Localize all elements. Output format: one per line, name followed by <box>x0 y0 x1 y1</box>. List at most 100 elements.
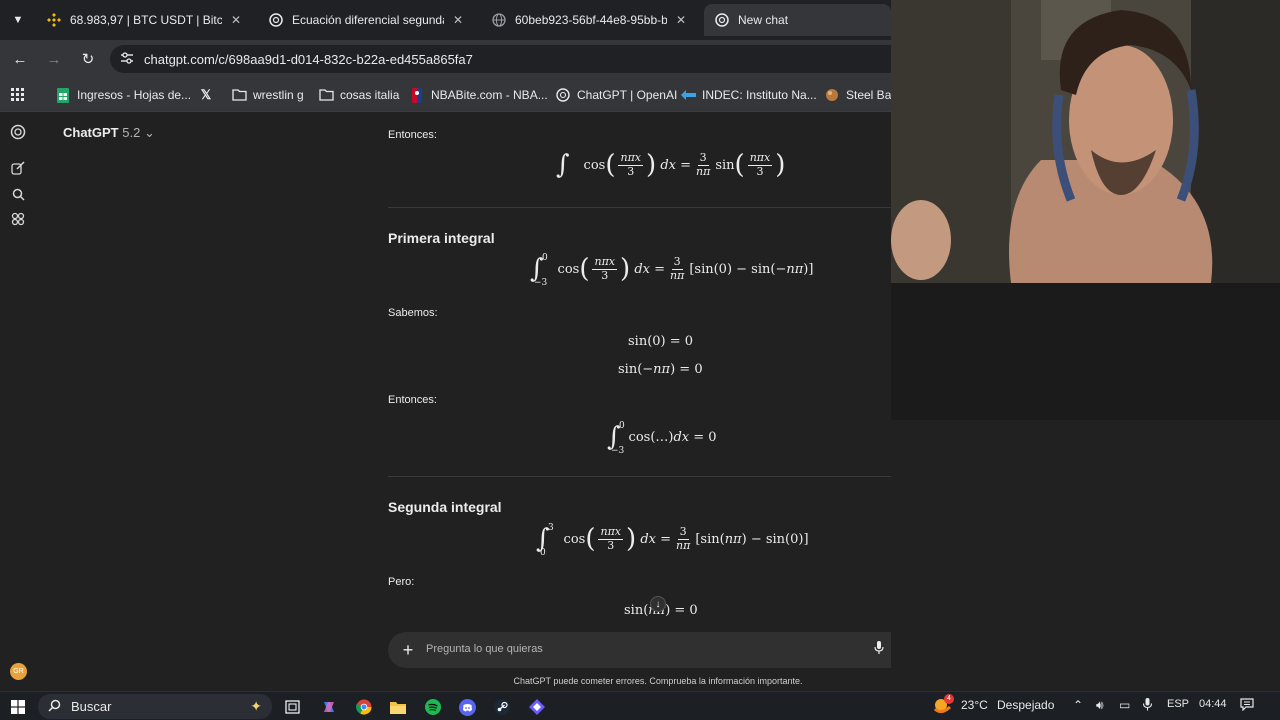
task-view-icon[interactable] <box>282 697 302 717</box>
tab-title: 68.983,97 | BTC USDT | Bitcoin t <box>70 13 222 27</box>
bookmark-ingresos[interactable]: Ingresos - Hojas de... <box>55 85 191 105</box>
address-bar-row: ← → ↻ chatgpt.com/c/698aa9d1-d014-832c-b… <box>0 40 891 78</box>
copilot-icon[interactable] <box>319 697 339 717</box>
equation-sin-zero: sin(0) = 0 <box>628 334 694 349</box>
model-version: 5.2 <box>122 125 141 140</box>
site-settings-icon[interactable] <box>120 51 134 68</box>
equation-segunda-integral: ∫ 3 0 cos ( nπx 3 ) dx = 3 nπ [sin(nπ) − sin… <box>536 523 809 559</box>
url-text: chatgpt.com/c/698aa9d1-d014-832c-b22a-ed… <box>144 51 473 67</box>
message-composer[interactable]: + Pregunta lo que quieras <box>388 632 928 668</box>
bookmark-label: cosas italia <box>340 88 400 102</box>
search-icon <box>48 699 61 715</box>
bookmark-chatgpt[interactable]: ChatGPT | OpenAI <box>555 85 677 105</box>
steam-icon[interactable] <box>492 697 512 717</box>
folder-icon <box>231 87 247 103</box>
apps-grid-icon[interactable] <box>11 85 25 105</box>
notifications-icon[interactable] <box>1240 698 1254 714</box>
section-divider <box>388 476 928 477</box>
file-explorer-icon[interactable] <box>388 697 408 717</box>
openai-logo-icon[interactable] <box>10 124 26 140</box>
model-name: ChatGPT <box>63 125 119 140</box>
reload-icon[interactable]: ↻ <box>76 48 100 70</box>
bookmark-label: wrestlin g <box>253 88 304 102</box>
microphone-icon[interactable] <box>1142 698 1153 714</box>
tab-binance[interactable]: 68.983,97 | BTC USDT | Bitcoin t ✕ <box>36 4 254 36</box>
equation-primera-integral: ∫ 0 −3 cos ( nπx 3 ) dx = 3 nπ [sin(0) − sin… <box>530 253 814 289</box>
heading-segunda-integral: Segunda integral <box>388 499 502 515</box>
gpts-icon[interactable] <box>10 211 26 227</box>
label-pero: Pero: <box>388 576 415 588</box>
right-panel-background <box>891 420 1280 691</box>
heading-primera-integral: Primera integral <box>388 230 495 246</box>
discord-icon[interactable] <box>457 697 477 717</box>
folder-icon <box>318 87 334 103</box>
sheets-icon <box>55 87 71 103</box>
user-avatar[interactable]: GR <box>10 663 27 680</box>
tab-new-chat[interactable]: New chat <box>704 4 891 36</box>
chatgpt-icon <box>268 12 284 28</box>
ball-icon <box>824 87 840 103</box>
equation-sin-neg-npi: sin(−nπ) = 0 <box>618 362 703 377</box>
bookmark-folder-cosas-italia[interactable]: cosas italia <box>318 85 399 105</box>
taskbar-search-label: Buscar <box>71 699 112 714</box>
microphone-icon[interactable] <box>872 641 886 659</box>
tab-title: 60beb923-56bf-44e8-95bb-be <box>515 13 667 27</box>
composer-placeholder[interactable]: Pregunta lo que quieras <box>426 643 543 655</box>
equation-integral-zero: ∫ 0 −3 cos(…)dx = 0 <box>607 421 717 456</box>
close-tab-icon[interactable]: ✕ <box>450 13 466 27</box>
binance-icon <box>46 12 62 28</box>
bookmark-nbabite[interactable]: NBABite.com - NBA... <box>409 85 548 105</box>
label-sabemos: Sabemos: <box>388 307 438 319</box>
bookmark-indec[interactable]: INDEC: Instituto Na... <box>680 85 817 105</box>
attach-plus-icon[interactable]: + <box>400 640 416 660</box>
tab-strip: ▼ 68.983,97 | BTC USDT | Bitcoin t ✕ Ecu… <box>0 0 891 40</box>
disclaimer-text: ChatGPT puede cometer errores. Comprueba… <box>513 676 803 686</box>
equation-integral-cos: ∫ cos ( nπx 3 ) dx = 3 nπ sin ( nπx 3 ) <box>556 150 786 181</box>
model-selector[interactable]: ChatGPT 5.2 ⌄ <box>63 125 155 141</box>
battery-icon[interactable]: ▭ <box>1119 698 1130 712</box>
scroll-down-arrow-icon[interactable]: ↓ <box>650 596 666 612</box>
webcam-bottom-bar <box>891 283 1280 420</box>
chevron-up-icon[interactable]: ⌃ <box>1073 698 1083 712</box>
chevron-down-icon: ⌄ <box>143 125 155 140</box>
back-arrow-icon[interactable]: ← <box>8 48 32 70</box>
taskbar-search[interactable]: Buscar ✦ <box>38 694 272 719</box>
webcam-overlay <box>891 0 1280 283</box>
tab-title: New chat <box>738 13 789 27</box>
forward-arrow-icon[interactable]: → <box>42 48 66 70</box>
globe-icon <box>491 12 507 28</box>
openai-icon <box>555 87 571 103</box>
weather-description[interactable]: Despejado <box>997 698 1054 712</box>
bookmark-folder-wrestling[interactable]: wrestlin g <box>231 85 304 105</box>
tab-search-button[interactable]: ▼ <box>6 8 30 32</box>
tab-ecuacion[interactable]: Ecuación diferencial segunda o ✕ <box>258 4 476 36</box>
new-chat-icon[interactable] <box>10 160 26 176</box>
gemini-app-icon[interactable] <box>527 697 547 717</box>
bookmark-label: NBABite.com - NBA... <box>431 88 548 102</box>
language-indicator[interactable]: ESP <box>1167 698 1189 710</box>
speaker-icon[interactable]: 🔊︎ <box>1096 698 1104 713</box>
nba-icon <box>409 87 425 103</box>
weather-temperature[interactable]: 23°C <box>961 698 988 712</box>
bookmark-label: Steel Ball <box>846 88 897 102</box>
indec-icon <box>680 87 696 103</box>
close-tab-icon[interactable]: ✕ <box>673 13 689 27</box>
tab-uuid[interactable]: 60beb923-56bf-44e8-95bb-be ✕ <box>481 4 699 36</box>
bookmark-x[interactable]: 𝕏 <box>198 85 220 105</box>
windows-start-icon[interactable] <box>8 697 28 717</box>
spotify-icon[interactable] <box>423 697 443 717</box>
search-icon[interactable] <box>10 186 26 202</box>
address-bar[interactable]: chatgpt.com/c/698aa9d1-d014-832c-b22a-ed… <box>110 45 891 73</box>
windows-taskbar: Buscar ✦ 4 23°C Despejado ⌃ 🔊︎ ▭ ESP 04:… <box>0 691 1280 720</box>
bookmarks-bar: Ingresos - Hojas de... 𝕏 wrestlin g cosa… <box>0 78 897 112</box>
section-divider <box>388 207 928 208</box>
bookmark-steel-ball[interactable]: Steel Ball <box>824 85 897 105</box>
close-tab-icon[interactable]: ✕ <box>228 13 244 27</box>
bookmark-label: INDEC: Instituto Na... <box>702 88 817 102</box>
clock[interactable]: 04:44 <box>1199 698 1227 710</box>
label-entonces-2: Entonces: <box>388 394 437 406</box>
x-icon: 𝕏 <box>200 87 212 102</box>
bookmark-label: ChatGPT | OpenAI <box>577 88 678 102</box>
chrome-icon[interactable] <box>354 697 374 717</box>
bookmark-label: Ingresos - Hojas de... <box>77 88 192 102</box>
